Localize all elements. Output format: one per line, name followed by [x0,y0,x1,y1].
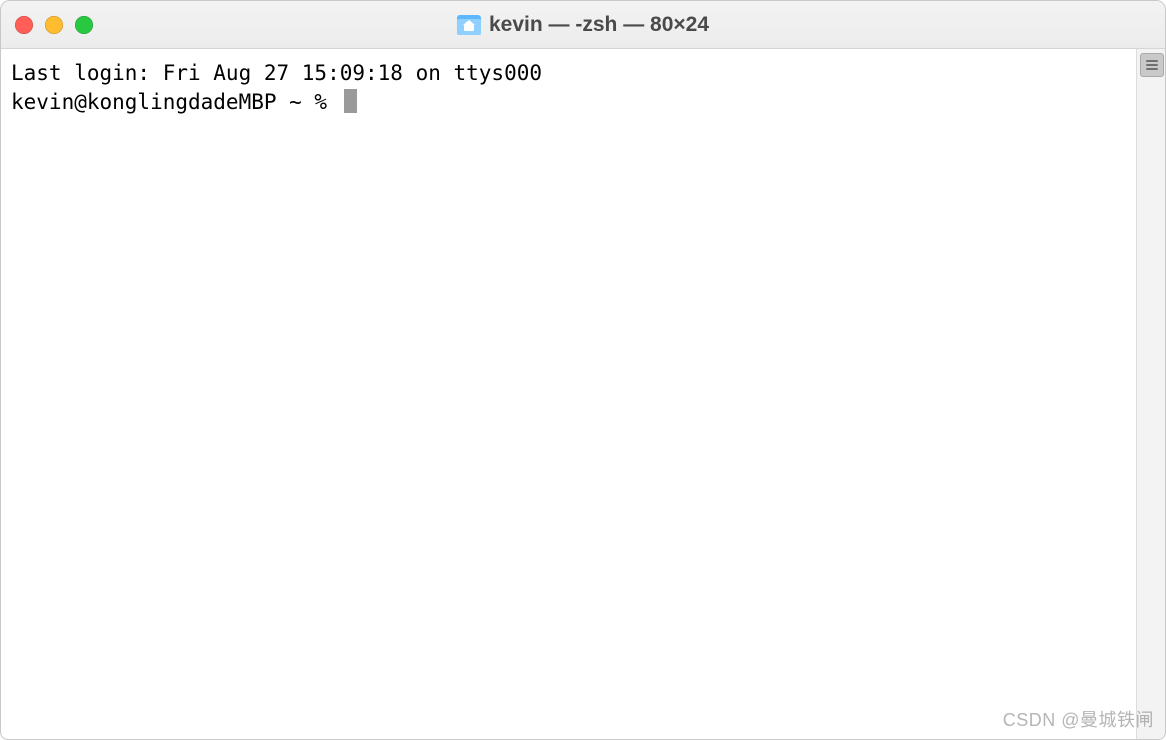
menu-icon [1146,60,1158,70]
scrollbar-menu-button[interactable] [1140,53,1164,77]
terminal-window: kevin — -zsh — 80×24 Last login: Fri Aug… [0,0,1166,740]
terminal-body-wrap: Last login: Fri Aug 27 15:09:18 on ttys0… [1,49,1165,739]
maximize-button[interactable] [75,16,93,34]
minimize-button[interactable] [45,16,63,34]
window-title: kevin — -zsh — 80×24 [489,13,709,37]
terminal-viewport[interactable]: Last login: Fri Aug 27 15:09:18 on ttys0… [1,49,1136,739]
close-button[interactable] [15,16,33,34]
home-folder-icon [457,15,481,35]
scrollbar-gutter[interactable] [1136,49,1165,739]
last-login-line: Last login: Fri Aug 27 15:09:18 on ttys0… [11,61,542,85]
traffic-lights [1,16,93,34]
shell-prompt: kevin@konglingdadeMBP ~ % [11,88,340,117]
text-cursor [344,89,357,113]
titlebar[interactable]: kevin — -zsh — 80×24 [1,1,1165,49]
prompt-line: kevin@konglingdadeMBP ~ % [11,88,1126,117]
window-title-group: kevin — -zsh — 80×24 [457,13,709,37]
